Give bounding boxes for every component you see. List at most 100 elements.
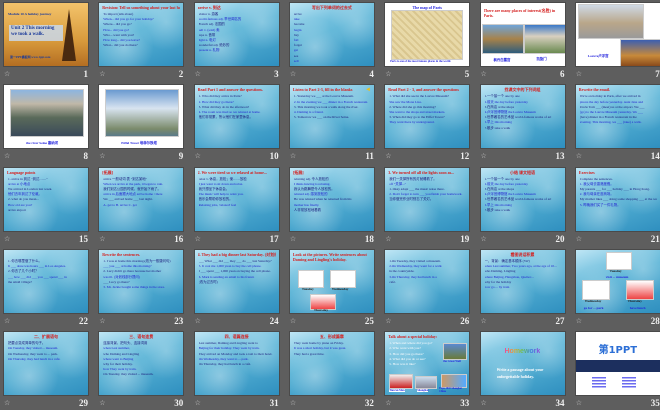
slide-title: 看图说话积累 [510, 251, 535, 257]
picture-label: have lunch [629, 305, 646, 310]
slide-thumbnail[interactable]: Read Part 1 and answer the questions. 1.… [194, 85, 279, 149]
slide-thumbnail[interactable]: 1. 你去哪里做了什么。 It ___ done was hours ___ in… [4, 249, 88, 313]
slide-thumbnail[interactable]: Exercises Complete the sentences. 1. 我父母去… [575, 167, 660, 231]
picture-label: Tuesday [301, 286, 314, 291]
slide-number: 10 [269, 151, 279, 162]
shanghai-photo [415, 376, 438, 390]
slide-number: 23 [174, 315, 184, 326]
slide-caption: Paris is one of the most famous places i… [390, 60, 452, 63]
picture-label: Tuesday [609, 268, 622, 273]
slide-title: 找课文中的下列词组 [504, 87, 541, 93]
slide-thumbnail-cell: Listen to Part 2-3, fill in the blanks 1… [289, 85, 376, 163]
slide-thumbnail[interactable]: The map of Paris Paris is one of the mos… [385, 3, 470, 66]
animation-star-icon: ☆ [385, 70, 392, 78]
slide-caption: Shanghai [417, 389, 429, 393]
animation-star-icon: ☆ [99, 399, 106, 408]
slide-text-line: how go ... by train [484, 284, 510, 289]
slide-thumbnail[interactable]: 写出下列单词的过去式 arrive take become begin buy fall f… [289, 3, 374, 66]
slide-photo [10, 89, 84, 138]
slide-thumbnail[interactable]: Module 10 A holiday journey Unit 2 This … [4, 3, 88, 66]
slide-thumbnail[interactable]: [拓展] arrive 一般动词 表 "到达某地" When we arrive … [99, 167, 184, 231]
paris-map-image [391, 10, 464, 60]
slide-text-line: 5. How was it like? [389, 362, 416, 366]
tuesday-picture [605, 251, 632, 270]
slide-number: 2 [178, 69, 184, 79]
slide-number: 6 [560, 69, 565, 79]
slide-title: 三、语句连贯 [129, 334, 154, 340]
slide-text-line: 当你做完作业时别忘了关灯。 [389, 197, 434, 202]
slide-caption: 枫丹白露宫 [493, 58, 511, 62]
slide-caption: Expo 2010 Shanghai China [439, 387, 462, 394]
speaker-icon[interactable]: ◄ [365, 87, 371, 93]
slide-caption: Tian'an Men [389, 389, 405, 393]
slide-number: 19 [460, 233, 470, 244]
slide-thumbnail[interactable]: Homework Write a passage about your unfor… [480, 332, 565, 396]
picture-label: Wednesday [584, 298, 602, 303]
slide-text-line: present n. 礼物 [198, 48, 220, 53]
animation-star-icon: ☆ [4, 152, 11, 161]
slide-text-line: Relaxing jobs, 'relaxed' feel [198, 202, 237, 207]
slide-thumbnail[interactable]: 四、语篇连接 Last summer, Daming and Lingling … [194, 332, 279, 396]
slide-thumbnail[interactable]: Talk about a special holiday: 1. When an… [385, 332, 470, 396]
slide-thumbnail[interactable]: Listen to Part 2-3, fill in the blanks 1… [289, 85, 374, 149]
slide-thumbnail[interactable]: Rewrite the email. We're on holiday in P… [575, 85, 660, 149]
slide-number: 14 [650, 151, 660, 162]
slide-thumbnail[interactable]: 找课文中的下列词组 1.一个接一个 one by one 2.前天 the day… [480, 85, 565, 149]
slide-thumbnail-cell: 1. 你去哪里做了什么。 It ___ done was hours ___ in… [4, 249, 90, 328]
slide-text-line: A. get to B. arrive C. get [103, 202, 137, 207]
slide-thumbnail[interactable]: 小结 课文短语 1.一个接一个 one by one 2.前天 the day b… [480, 167, 565, 231]
slide-thumbnail-cell: The map of Paris Paris is one of the mos… [385, 3, 471, 81]
slide-thumbnail-cell: 第1PPT ☆ 35 [575, 332, 660, 410]
slide-text-line: 2. In the evening we ___ dinner in a Fre… [293, 99, 369, 104]
slide-thumbnail[interactable]: Tuesday visit ... museum Wednesday Thurs… [575, 249, 660, 313]
slide-thumbnail[interactable]: Read Part 2 - 3, and answer the question… [385, 85, 470, 149]
louvre-photo [577, 4, 644, 39]
slide-thumbnail[interactable]: [拓展] relaxing adj. 令人放松的 I think dancing … [289, 167, 374, 231]
slide-text-line: 7.散步 take a walk [484, 207, 511, 212]
slide-number: 16 [174, 233, 184, 244]
animation-star-icon: ☆ [289, 316, 297, 325]
slide-thumbnail[interactable]: 第1PPT [575, 332, 660, 396]
slide-thumbnail[interactable]: Look at the pictures. Write sentences ab… [289, 249, 374, 313]
slide-number: 12 [460, 151, 470, 162]
slide-text-line: 5.世界著名的艺术品 world-famous works of art [484, 197, 552, 202]
eiffel-tower-image [62, 9, 76, 61]
link-list [621, 377, 636, 390]
slide-thumbnail[interactable]: Language points 1. arrive in 到达 "到达……" ar… [4, 167, 88, 231]
banner-band [575, 360, 660, 373]
slide-thumbnail-cell: 4. They had a big dinner last Saturday. … [194, 249, 281, 328]
animation-star-icon: ☆ [289, 399, 297, 408]
slide-thumbnail[interactable]: 二、扩展语句 把要点变成简单的句子。 On Tuesday, they visit… [4, 332, 88, 396]
slide-text-line: On Thursday, they had lunch in a café. [198, 362, 251, 366]
slide-number: 7 [655, 69, 660, 79]
slide-thumbnail[interactable]: Revision: Tell us something about your l… [99, 3, 184, 66]
animation-star-icon: ☆ [480, 152, 487, 161]
slide-number: 9 [178, 151, 184, 162]
slide-thumbnail[interactable]: Eiffel Tower 埃菲尔铁塔 [99, 85, 184, 149]
slide-thumbnail[interactable]: the river Seine 塞纳河 [4, 85, 88, 149]
slide-thumbnail[interactable]: 3. We turned off all the lights soon as.… [385, 167, 470, 231]
animation-star-icon: ☆ [99, 70, 106, 78]
slide-thumbnail[interactable]: Louvre卢浮宫 [575, 3, 660, 66]
slide-thumbnail[interactable]: Rewrite the sentences. 1. I was at home … [99, 249, 184, 313]
animation-star-icon: ☆ [480, 70, 487, 78]
animation-star-icon: ☆ [4, 316, 11, 325]
slide-thumbnail-cell: Language points 1. arrive in 到达 "到达……" ar… [4, 167, 90, 246]
slide-thumbnail[interactable]: arrive v. 到达 visitor n. 游客 world-famous a… [194, 3, 279, 66]
slide-thumbnail[interactable]: 1.On Tuesday, they visited a museum. 2.On… [385, 249, 470, 313]
slide-title: Talk about a special holiday: [388, 334, 438, 340]
slide-number: 17 [269, 233, 279, 244]
tuesday-picture [297, 269, 324, 288]
slide-thumbnail-cell: 四、语篇连接 Last summer, Daming and Lingling … [194, 332, 281, 410]
slide-thumbnail[interactable]: 五、形成篇章 They went home by plane on Friday… [289, 332, 374, 396]
slide-thumbnail[interactable]: There are many places of interest(名胜) in… [480, 3, 565, 66]
slide-thumbnail[interactable]: 看图说话积累 一、背景：确定基本顺序 (5W) when Last summer,… [480, 249, 565, 313]
slide-thumbnail[interactable]: 2. We were tired so we relaxed at home..… [194, 167, 279, 231]
slide-thumbnail[interactable]: 4. They had a big dinner last Saturday. … [194, 249, 279, 313]
slide-text-line: arrive airport [8, 207, 26, 212]
slide-thumbnail-cell: Eiffel Tower 埃菲尔铁塔 ☆ 9 [99, 85, 185, 163]
slide-thumbnail-cell: Homework Write a passage about your unfor… [480, 332, 567, 410]
slide-number: 5 [464, 69, 470, 79]
picture-label: go for ... park [583, 305, 604, 310]
slide-thumbnail[interactable]: 三、语句连贯 连接背景，把句头、连接词用 when Last summer, who… [99, 332, 184, 396]
